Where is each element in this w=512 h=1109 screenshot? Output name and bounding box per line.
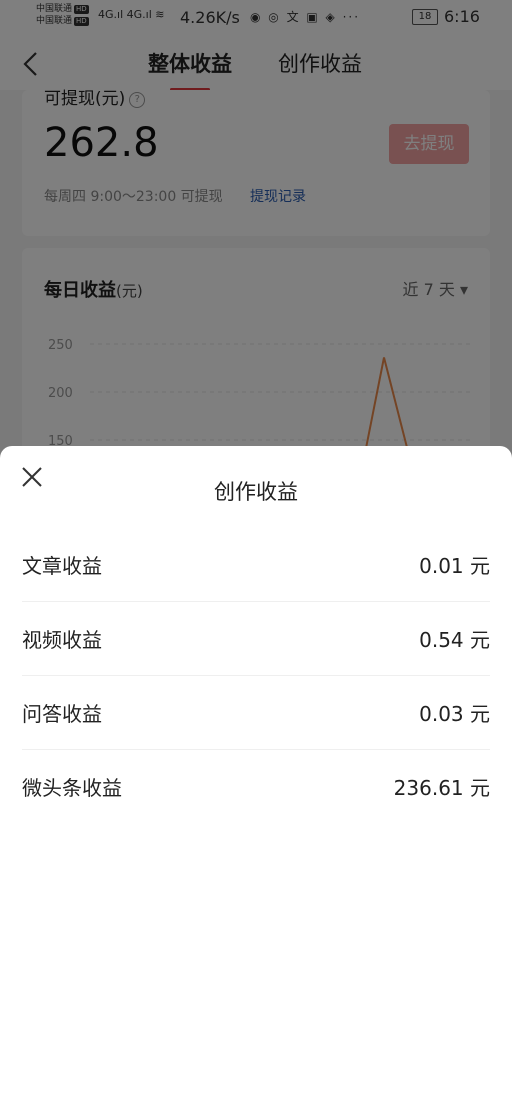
row-label: 微头条收益 [22,776,122,800]
row-value: 0.03 元 [419,702,490,726]
row-label: 视频收益 [22,628,102,652]
row-value: 236.61 元 [393,776,490,800]
row-value: 0.54 元 [419,628,490,652]
sheet-title: 创作收益 [214,480,298,504]
list-item: 微头条收益 236.61 元 [22,750,490,823]
row-label: 文章收益 [22,554,102,578]
creation-earnings-sheet: 创作收益 文章收益 0.01 元 视频收益 0.54 元 问答收益 0.03 元… [0,446,512,1109]
row-value: 0.01 元 [419,554,490,578]
list-item: 视频收益 0.54 元 [22,602,490,676]
earnings-list: 文章收益 0.01 元 视频收益 0.54 元 问答收益 0.03 元 微头条收… [22,528,490,823]
list-item: 文章收益 0.01 元 [22,528,490,602]
list-item: 问答收益 0.03 元 [22,676,490,750]
row-label: 问答收益 [22,702,102,726]
